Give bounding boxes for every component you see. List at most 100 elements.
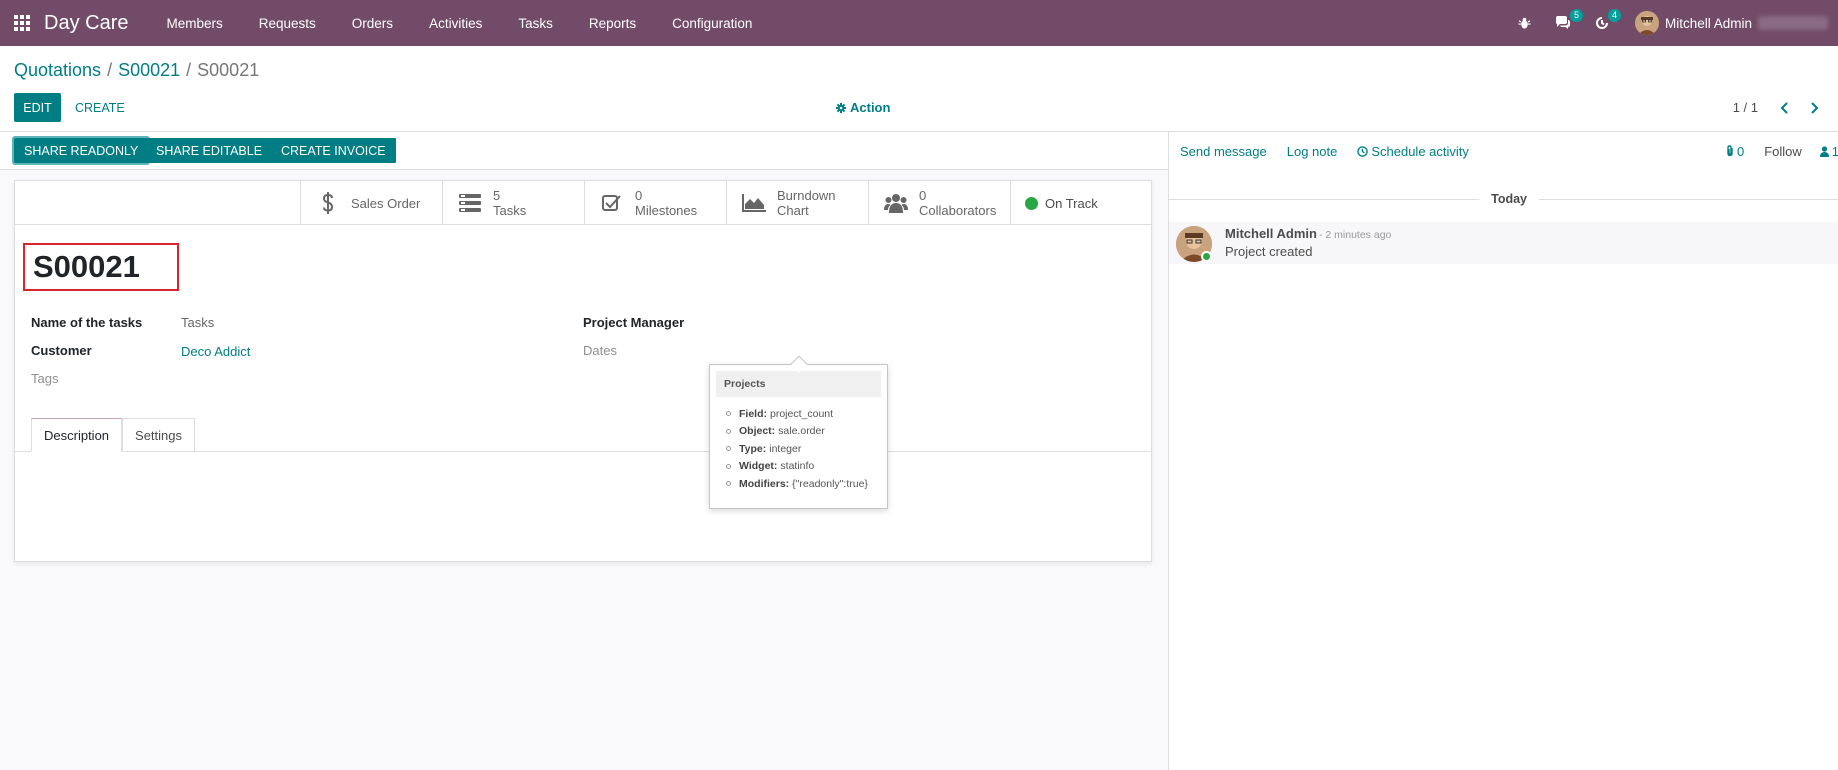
messages-icon[interactable]: 5 [1543,0,1583,46]
burndown-label-line1: Burndown [777,188,836,203]
systray: 5 4 Mitchell Admin [1506,0,1838,46]
sales-order-label: Sales Order [351,195,421,211]
customer-value[interactable]: Deco Addict [181,344,250,359]
burndown-label-line2: Chart [777,203,809,218]
messages-badge: 5 [1569,9,1583,22]
tab-description[interactable]: Description [31,418,123,452]
edit-button[interactable]: EDIT [14,93,61,122]
create-button[interactable]: CREATE [75,93,125,122]
name-of-tasks-label: Name of the tasks [31,315,143,330]
dates-label: Dates [583,343,617,358]
project-status-button[interactable]: On Track [1010,181,1152,225]
menu-configuration[interactable]: Configuration [654,0,770,46]
activities-icon[interactable]: 4 [1583,0,1621,46]
schedule-activity-button[interactable]: Schedule activity [1357,144,1469,159]
follow-button[interactable]: Follow [1764,144,1802,159]
user-menu[interactable]: Mitchell Admin [1621,11,1838,35]
breadcrumb-quotations[interactable]: Quotations [14,60,101,81]
message-body: Project created [1225,244,1313,259]
today-separator: Today [1169,190,1838,208]
activities-badge: 4 [1607,9,1621,22]
milestones-label: Milestones [635,203,698,218]
followers-button[interactable]: 1 [1819,143,1838,159]
tasks-icon [457,194,483,212]
followers-count: 1 [1831,143,1838,159]
collaborators-count: 0 [919,188,927,203]
dollar-icon [315,192,341,214]
tooltip-row: Object: sale.order [726,423,887,441]
check-square-icon [599,194,625,212]
message-date: - 2 minutes ago [1319,229,1392,241]
database-name-blurred [1758,16,1828,30]
tags-label: Tags [31,371,59,386]
notebook-tabs: Description Settings [31,418,196,452]
attachments-count: 0 [1736,143,1745,159]
chatter-message: Mitchell Admin - 2 minutes ago Project c… [1169,222,1838,264]
clock-icon [1357,145,1369,157]
tooltip-row: Widget: statinfo [726,458,887,476]
menu-orders[interactable]: Orders [334,0,411,46]
share-readonly-button[interactable]: SHARE READONLY [11,136,151,165]
create-invoice-button[interactable]: CREATE INVOICE [271,138,396,163]
action-label: Action [850,100,891,115]
collaborators-smart-button[interactable]: 0 Collaborators [868,181,1010,225]
log-note-button[interactable]: Log note [1287,144,1338,159]
project-manager-label: Project Manager [583,315,685,330]
users-icon [883,193,909,213]
share-editable-button[interactable]: SHARE EDITABLE [146,138,273,163]
chatter: Send message Log note Schedule activity … [1168,132,1838,770]
customer-label: Customer [31,343,92,358]
tooltip-row: Modifiers: {"readonly":true} [726,475,887,493]
pager-value[interactable]: 1 / 1 [1733,93,1758,122]
chevron-left-icon[interactable] [1774,93,1794,122]
milestones-smart-button[interactable]: 0 Milestones [584,181,726,225]
area-chart-icon [741,194,767,212]
menu-tasks[interactable]: Tasks [500,0,571,46]
message-author[interactable]: Mitchell Admin [1225,226,1317,241]
tooltip-header: Projects [716,371,881,397]
sales-order-smart-button[interactable]: Sales Order [300,181,442,225]
attachments-button[interactable]: 0 [1725,144,1744,159]
user-avatar [1634,11,1659,35]
form-statusbar: SHARE READONLY SHARE EDITABLE CREATE INV… [0,132,1168,170]
online-status-icon [1201,251,1212,262]
tooltip-list: Field: project_count Object: sale.order Ty… [710,397,887,493]
tooltip-row: Field: project_count [726,405,887,423]
tasks-label: Tasks [493,203,527,218]
menu-requests[interactable]: Requests [241,0,334,46]
milestones-count: 0 [635,188,643,203]
status-dot-icon [1025,196,1038,210]
schedule-activity-label: Schedule activity [1371,143,1469,159]
breadcrumb-order[interactable]: S00021 [118,60,180,81]
breadcrumb-separator: / [107,60,113,80]
menu-activities[interactable]: Activities [411,0,500,46]
user-name: Mitchell Admin [1664,15,1752,31]
tasks-count: 5 [493,188,501,203]
app-brand[interactable]: Day Care [44,12,128,35]
debug-icon[interactable] [1506,0,1543,46]
today-label: Today [1491,192,1527,206]
breadcrumb-separator: / [186,60,192,80]
tab-settings[interactable]: Settings [122,418,196,452]
send-message-button[interactable]: Send message [1180,144,1267,159]
action-menu[interactable]: Action [836,93,890,122]
user-icon [1819,145,1829,157]
apps-menu-icon[interactable] [0,0,44,46]
menu-members[interactable]: Members [148,0,240,46]
name-of-tasks-value[interactable]: Tasks [181,315,214,330]
chevron-right-icon[interactable] [1804,93,1824,122]
collaborators-label: Collaborators [919,203,997,218]
menu-reports[interactable]: Reports [571,0,654,46]
tasks-smart-button[interactable]: 5 Tasks [442,181,584,225]
burndown-chart-smart-button[interactable]: Burndown Chart [726,181,868,225]
gear-icon [836,102,846,113]
tooltip-row: Type: integer [726,440,887,458]
breadcrumb: Quotations / S00021 / S00021 [14,60,259,81]
chatter-topbar-right: 0 Follow 1 [1725,132,1838,170]
paperclip-icon [1727,145,1733,157]
form-area: SHARE READONLY SHARE EDITABLE CREATE INV… [0,132,1168,770]
control-panel: Quotations / S00021 / S00021 EDIT CREATE… [0,46,1838,132]
smart-button-box: Sales Order 5 Tasks 0 Milestones Burndow… [15,181,1151,225]
field-tooltip: Projects Field: project_count Object: sale… [709,355,888,509]
record-title[interactable]: S00021 [23,243,179,291]
